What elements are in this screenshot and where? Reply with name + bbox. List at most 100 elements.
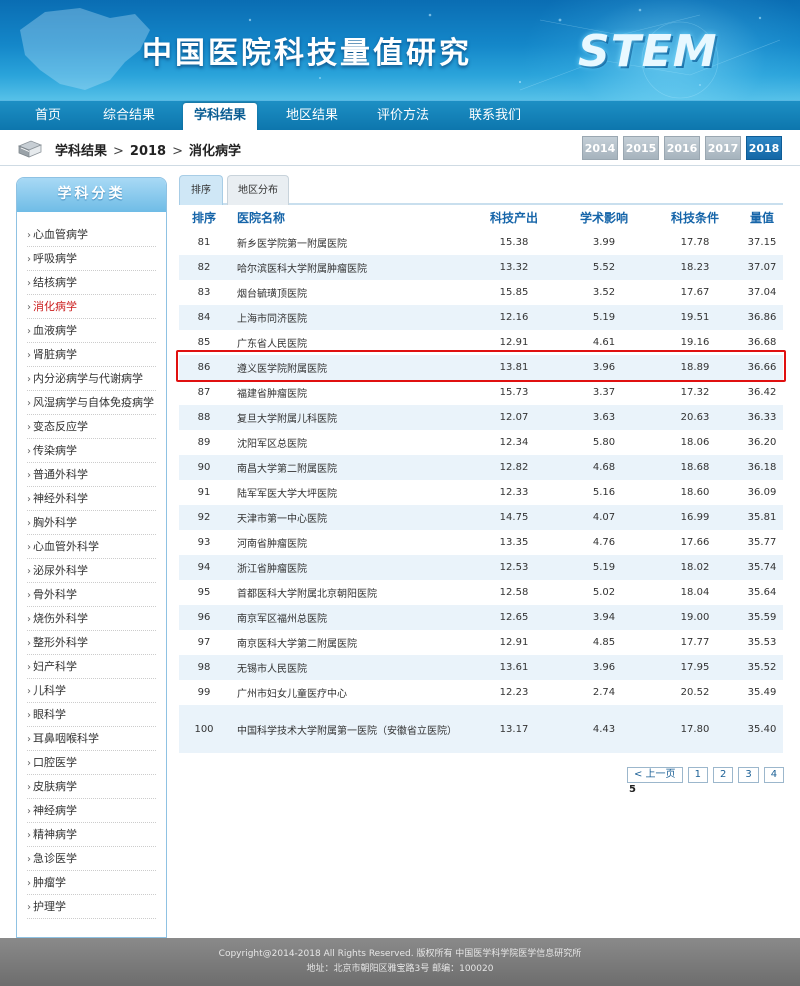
- page-1-button[interactable]: 1: [687, 767, 708, 783]
- cell-rank: 93: [179, 530, 229, 555]
- table-row: 89 沈阳军区总医院 12.34 5.80 18.06 36.20: [179, 430, 783, 455]
- breadcrumb: 学科结果 >2018 > 消化病学: [55, 140, 241, 159]
- sidebar-item-label: 结核病学: [33, 276, 77, 289]
- breadcrumb-subject-results[interactable]: 学科结果: [55, 144, 107, 159]
- cell-score: 37.15: [741, 230, 783, 255]
- cell-sci-conditions: 18.02: [649, 555, 741, 580]
- footer-copyright: Copyright@2014-2018 All Rights Reserved.…: [218, 949, 582, 959]
- cell-hospital-name: 上海市同济医院: [229, 305, 469, 330]
- sidebar-item-label: 肾脏病学: [33, 348, 77, 361]
- sidebar-item[interactable]: › 心血管病学: [27, 223, 156, 247]
- sidebar-item[interactable]: › 肿瘤学: [27, 871, 156, 895]
- page-3-button[interactable]: 3: [738, 767, 759, 783]
- sidebar-item[interactable]: › 普通外科学: [27, 463, 156, 487]
- sidebar-item[interactable]: › 护理学: [27, 895, 156, 919]
- cell-hospital-name: 陆军军医大学大坪医院: [229, 480, 469, 505]
- cell-sci-output: 12.82: [469, 455, 559, 480]
- sidebar-item[interactable]: › 烧伤外科学: [27, 607, 156, 631]
- cell-sci-conditions: 18.23: [649, 255, 741, 280]
- sidebar-item[interactable]: › 神经外科学: [27, 487, 156, 511]
- breadcrumb-year[interactable]: 2018: [130, 144, 166, 159]
- sidebar-item-label: 胸外科学: [33, 516, 77, 529]
- sidebar-item[interactable]: › 口腔医学: [27, 751, 156, 775]
- sidebar-item[interactable]: › 神经病学: [27, 799, 156, 823]
- page-2-button[interactable]: 2: [712, 767, 734, 783]
- pagination: < 上一页 1 2 3 4 5: [622, 767, 800, 799]
- nav-evaluation-method[interactable]: 评价方法: [366, 101, 440, 131]
- table-header-row: 排序 医院名称 科技产出 学术影响 科技条件 量值: [179, 205, 783, 230]
- page-4-button[interactable]: 4: [763, 767, 785, 783]
- header-sci-output: 科技产出: [469, 205, 559, 230]
- sidebar-item[interactable]: › 肾脏病学: [27, 343, 156, 367]
- header-rank: 排序: [179, 205, 229, 230]
- cell-rank: 98: [179, 655, 229, 680]
- cell-hospital-name: 南京军区福州总医院: [229, 605, 469, 630]
- sidebar-item[interactable]: › 结核病学: [27, 271, 156, 295]
- sidebar-item-label: 急诊医学: [33, 852, 77, 865]
- cell-hospital-name: 南昌大学第二附属医院: [229, 455, 469, 480]
- cell-hospital-name: 沈阳军区总医院: [229, 430, 469, 455]
- cell-rank: 85: [179, 330, 229, 355]
- sidebar-item[interactable]: › 风湿病学与自体免疫病学: [27, 391, 156, 415]
- sidebar-item[interactable]: › 妇产科学: [27, 655, 156, 679]
- header-academic-impact: 学术影响: [559, 205, 649, 230]
- cell-academic-impact: 3.96: [559, 655, 649, 680]
- nav-overall-results[interactable]: 综合结果: [92, 101, 166, 131]
- sidebar-item[interactable]: › 传染病学: [27, 439, 156, 463]
- cell-sci-output: 13.61: [469, 655, 559, 680]
- year-2016-button[interactable]: 2016: [664, 136, 700, 160]
- year-2018-button[interactable]: 2018: [746, 136, 782, 160]
- cell-hospital-name: 首都医科大学附属北京朝阳医院: [229, 580, 469, 605]
- sidebar-item-label: 儿科学: [33, 684, 66, 697]
- cell-academic-impact: 4.85: [559, 630, 649, 655]
- cell-rank: 96: [179, 605, 229, 630]
- ranking-table: 排序 医院名称 科技产出 学术影响 科技条件 量值 81 新乡医学院第一附属医院 1…: [179, 205, 783, 753]
- sidebar-item[interactable]: › 皮肤病学: [27, 775, 156, 799]
- tab-ranking[interactable]: 排序: [179, 175, 223, 205]
- sidebar-item[interactable]: › 胸外科学: [27, 511, 156, 535]
- sidebar-item[interactable]: › 眼科学: [27, 703, 156, 727]
- cell-score: 35.59: [741, 605, 783, 630]
- prev-page-button[interactable]: < 上一页: [627, 767, 683, 783]
- sidebar-item[interactable]: › 消化病学: [27, 295, 156, 319]
- tab-region-distribution[interactable]: 地区分布: [227, 175, 289, 205]
- cell-score: 35.53: [741, 630, 783, 655]
- sidebar-item[interactable]: › 泌尿外科学: [27, 559, 156, 583]
- sidebar-item[interactable]: › 心血管外科学: [27, 535, 156, 559]
- nav-region-results[interactable]: 地区结果: [275, 101, 349, 131]
- sidebar-item[interactable]: › 急诊医学: [27, 847, 156, 871]
- sidebar-item[interactable]: › 精神病学: [27, 823, 156, 847]
- cell-sci-conditions: 17.66: [649, 530, 741, 555]
- cell-hospital-name: 浙江省肿瘤医院: [229, 555, 469, 580]
- sidebar-item[interactable]: › 呼吸病学: [27, 247, 156, 271]
- sidebar-item[interactable]: › 骨外科学: [27, 583, 156, 607]
- cell-score: 35.52: [741, 655, 783, 680]
- cell-hospital-name: 广州市妇女儿童医疗中心: [229, 680, 469, 705]
- sidebar-item-label: 普通外科学: [33, 468, 88, 481]
- cell-academic-impact: 3.52: [559, 280, 649, 305]
- subject-list: › 心血管病学 › 呼吸病学 › 结核病学 › 消化病学 › 血液病学 › 肾脏病学 › 内分泌病学与代谢…: [17, 212, 166, 919]
- cell-rank: 86: [179, 355, 229, 380]
- cell-academic-impact: 2.74: [559, 680, 649, 705]
- year-2017-button[interactable]: 2017: [705, 136, 741, 160]
- sidebar-item[interactable]: › 内分泌病学与代谢病学: [27, 367, 156, 391]
- year-2014-button[interactable]: 2014: [582, 136, 618, 160]
- cell-sci-output: 12.34: [469, 430, 559, 455]
- sidebar-item[interactable]: › 儿科学: [27, 679, 156, 703]
- header-hospital-name: 医院名称: [229, 205, 469, 230]
- nav-home[interactable]: 首页: [20, 101, 76, 131]
- cell-score: 36.33: [741, 405, 783, 430]
- sidebar-item[interactable]: › 血液病学: [27, 319, 156, 343]
- book-stack-icon: [17, 140, 43, 158]
- year-2015-button[interactable]: 2015: [623, 136, 659, 160]
- cell-sci-output: 15.73: [469, 380, 559, 405]
- nav-contact-us[interactable]: 联系我们: [458, 101, 532, 131]
- main-nav: 首页 综合结果 学科结果 地区结果 评价方法 联系我们: [0, 100, 800, 133]
- cell-sci-output: 14.75: [469, 505, 559, 530]
- sidebar-item-label: 精神病学: [33, 828, 77, 841]
- sidebar-item[interactable]: › 整形外科学: [27, 631, 156, 655]
- sidebar-item[interactable]: › 变态反应学: [27, 415, 156, 439]
- nav-subject-results[interactable]: 学科结果: [183, 103, 257, 133]
- sidebar-item[interactable]: › 耳鼻咽喉科学: [27, 727, 156, 751]
- cell-academic-impact: 4.61: [559, 330, 649, 355]
